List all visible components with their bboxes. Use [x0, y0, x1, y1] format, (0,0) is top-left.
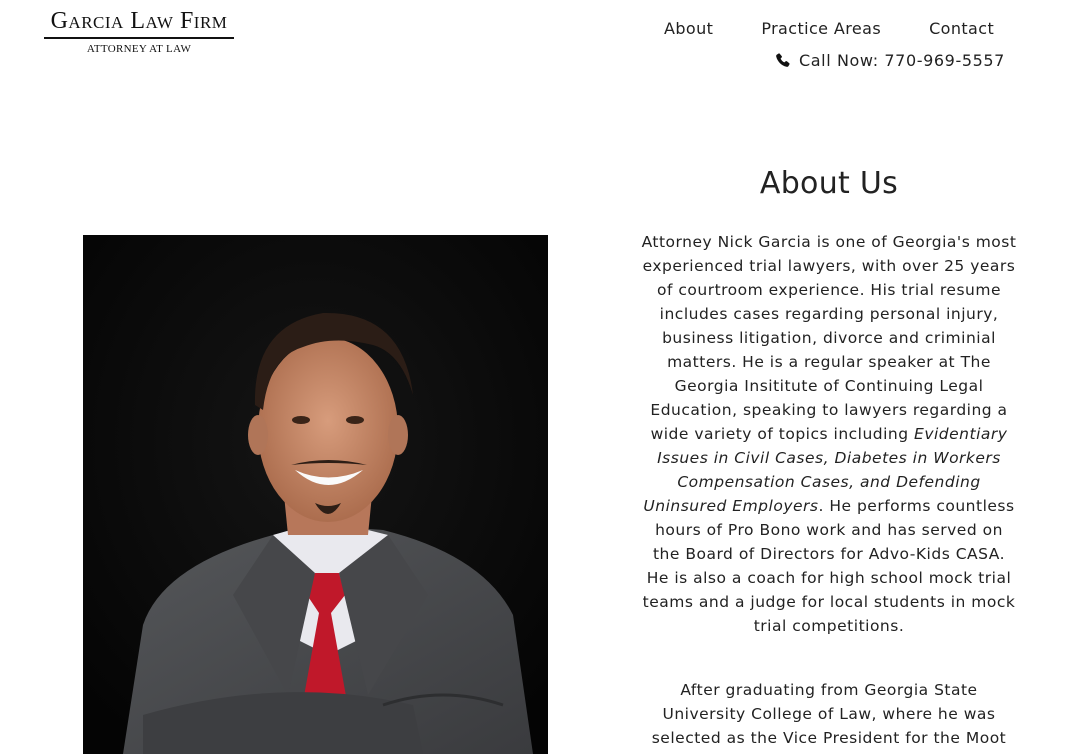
- phone-icon: [776, 53, 790, 67]
- about-paragraph-1: Attorney Nick Garcia is one of Georgia's…: [640, 230, 1018, 638]
- about-heading: About Us: [759, 166, 899, 201]
- attorney-photo: [83, 235, 548, 754]
- call-now-link[interactable]: Call Now: 770-969-5557: [774, 51, 1005, 70]
- nav-practice-areas[interactable]: Practice Areas: [761, 19, 881, 38]
- logo-divider: [44, 37, 234, 39]
- logo-title: Garcia Law Firm: [50, 8, 228, 34]
- about-p1-start: Attorney Nick Garcia is one of Georgia's…: [641, 233, 1017, 443]
- logo-subtitle: ATTORNEY AT LAW: [86, 43, 192, 55]
- call-now-label: Call Now: 770-969-5557: [799, 51, 1005, 70]
- attorney-portrait-image: [83, 235, 548, 754]
- nav-about[interactable]: About: [664, 19, 713, 38]
- about-paragraph-2: After graduating from Georgia State Univ…: [651, 681, 1007, 747]
- about-body: Attorney Nick Garcia is one of Georgia's…: [640, 230, 1018, 750]
- main-nav: About Practice Areas Contact: [664, 19, 994, 38]
- site-logo[interactable]: Garcia Law Firm ATTORNEY AT LAW: [44, 8, 234, 55]
- nav-contact[interactable]: Contact: [929, 19, 994, 38]
- about-p1-end: . He performs countless hours of Pro Bon…: [642, 497, 1016, 635]
